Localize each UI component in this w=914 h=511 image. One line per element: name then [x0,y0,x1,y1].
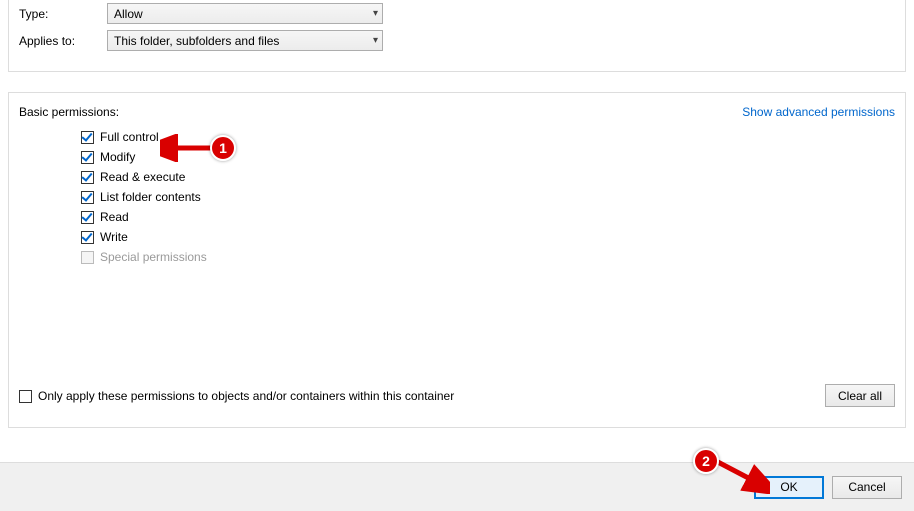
permission-row: List folder contents [81,187,895,207]
basic-permissions-panel: Basic permissions: Show advanced permiss… [8,92,906,428]
permission-checkbox[interactable] [81,151,94,164]
only-apply-label: Only apply these permissions to objects … [38,389,454,403]
applies-to-dropdown-value: This folder, subfolders and files [114,34,279,48]
permission-checkbox[interactable] [81,191,94,204]
only-apply-row: Only apply these permissions to objects … [19,389,454,403]
type-label: Type: [19,7,107,21]
permission-label: List folder contents [100,190,201,204]
chevron-down-icon: ▾ [373,35,378,46]
dialog-footer: OK Cancel [0,462,914,511]
permission-label: Modify [100,150,135,164]
permission-checkbox [81,251,94,264]
type-dropdown-value: Allow [114,7,143,21]
permission-label: Full control [100,130,159,144]
applies-to-dropdown[interactable]: This folder, subfolders and files ▾ [107,30,383,51]
permission-row: Read & execute [81,167,895,187]
permission-row: Special permissions [81,247,895,267]
ok-button[interactable]: OK [754,476,824,499]
permission-row: Write [81,227,895,247]
applies-to-label: Applies to: [19,34,107,48]
only-apply-checkbox[interactable] [19,390,32,403]
basic-permissions-heading: Basic permissions: [19,105,119,119]
permission-checkbox[interactable] [81,211,94,224]
clear-all-button[interactable]: Clear all [825,384,895,407]
type-applies-panel: Type: Allow ▾ Applies to: This folder, s… [8,0,906,72]
chevron-down-icon: ▾ [373,8,378,19]
permission-row: Full control [81,127,895,147]
show-advanced-permissions-link[interactable]: Show advanced permissions [742,105,895,119]
permission-label: Write [100,230,128,244]
permission-row: Modify [81,147,895,167]
permission-checkbox[interactable] [81,131,94,144]
permission-row: Read [81,207,895,227]
permission-checkbox[interactable] [81,171,94,184]
permission-label: Read [100,210,129,224]
type-dropdown[interactable]: Allow ▾ [107,3,383,24]
permission-label: Read & execute [100,170,185,184]
permissions-list: Full control Modify Read & execute List fol… [81,127,895,267]
permission-checkbox[interactable] [81,231,94,244]
cancel-button[interactable]: Cancel [832,476,902,499]
permission-label: Special permissions [100,250,207,264]
